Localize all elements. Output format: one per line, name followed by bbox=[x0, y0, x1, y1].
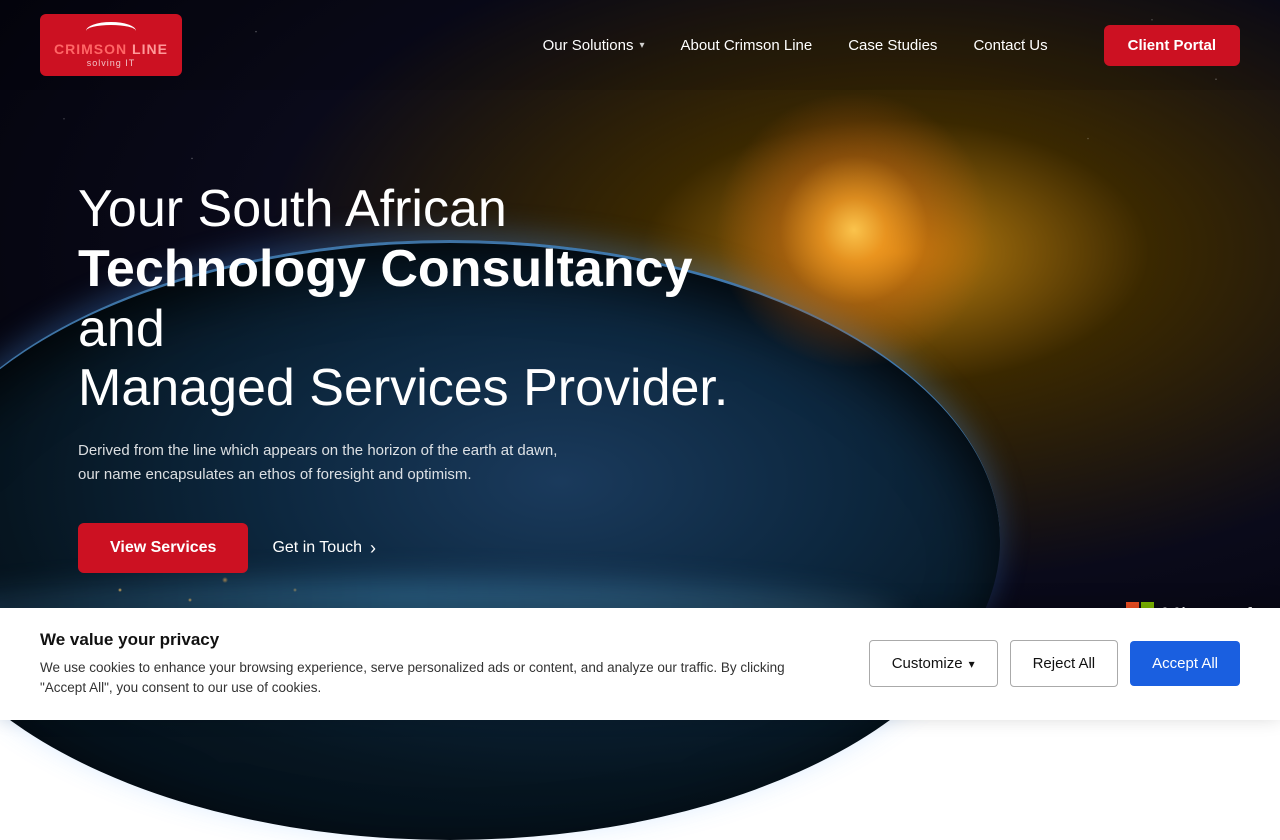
cookie-title: We value your privacy bbox=[40, 630, 829, 650]
chevron-down-icon: ▾ bbox=[969, 657, 975, 671]
view-services-button[interactable]: View Services bbox=[78, 523, 248, 573]
hero-buttons: View Services Get in Touch › bbox=[78, 523, 778, 573]
reject-all-button[interactable]: Reject All bbox=[1010, 640, 1119, 687]
hero-title-line1: Your South African bbox=[78, 180, 507, 238]
client-portal-button[interactable]: Client Portal bbox=[1104, 25, 1240, 66]
customize-button[interactable]: Customize ▾ bbox=[869, 640, 998, 687]
nav-item-case-studies[interactable]: Case Studies bbox=[848, 37, 937, 54]
hero-title-and: and bbox=[78, 300, 165, 358]
cookie-body: We use cookies to enhance your browsing … bbox=[40, 658, 829, 699]
logo-box: CRIMSON LINE solving IT bbox=[40, 14, 182, 76]
cookie-banner: We value your privacy We use cookies to … bbox=[0, 608, 1280, 721]
accept-all-button[interactable]: Accept All bbox=[1130, 641, 1240, 686]
logo-brand-name: CRIMSON LINE bbox=[54, 42, 168, 56]
hero-title: Your South African Technology Consultanc… bbox=[78, 180, 778, 419]
hero-title-bold: Technology Consultancy bbox=[78, 240, 692, 298]
nav-item-solutions[interactable]: Our Solutions ▾ bbox=[543, 37, 645, 54]
nav-item-contact[interactable]: Contact Us bbox=[973, 37, 1047, 54]
nav-item-about[interactable]: About Crimson Line bbox=[680, 37, 812, 54]
cookie-text-area: We value your privacy We use cookies to … bbox=[40, 630, 829, 699]
site-header: CRIMSON LINE solving IT Our Solutions ▾ … bbox=[0, 0, 1280, 90]
get-in-touch-button[interactable]: Get in Touch › bbox=[272, 538, 376, 559]
arrow-right-icon: › bbox=[370, 538, 376, 559]
hero-title-line4: Managed Services Provider. bbox=[78, 359, 728, 417]
cookie-actions: Customize ▾ Reject All Accept All bbox=[869, 640, 1240, 687]
logo-area[interactable]: CRIMSON LINE solving IT bbox=[40, 14, 182, 76]
hero-content: Your South African Technology Consultanc… bbox=[78, 180, 778, 573]
hero-subtitle: Derived from the line which appears on t… bbox=[78, 439, 568, 487]
chevron-down-icon: ▾ bbox=[639, 40, 644, 51]
logo-tagline: solving IT bbox=[87, 58, 136, 68]
main-nav: Our Solutions ▾ About Crimson Line Case … bbox=[543, 25, 1240, 66]
logo-arc-icon bbox=[86, 22, 136, 40]
